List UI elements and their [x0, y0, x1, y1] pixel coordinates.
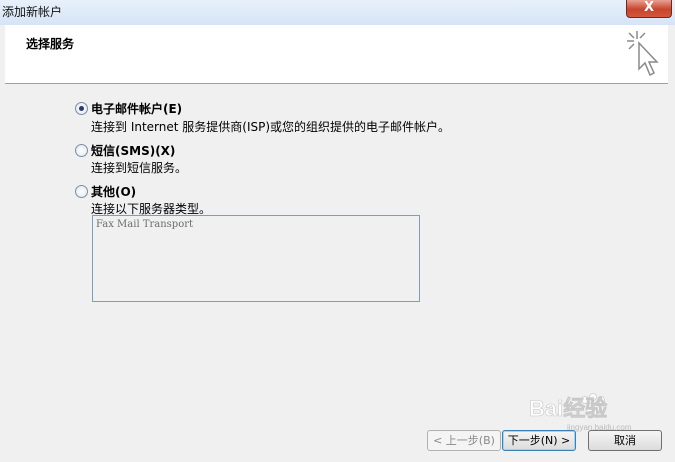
email-account-label[interactable]: 电子邮件帐户(E): [91, 100, 182, 117]
page-title: 选择服务: [26, 37, 75, 51]
sms-label[interactable]: 短信(SMS)(X): [91, 142, 175, 159]
wizard-footer: < 上一步(B) 下一步(N) > 取消: [5, 420, 668, 462]
back-button[interactable]: < 上一步(B): [427, 430, 501, 451]
list-item[interactable]: Fax Mail Transport: [96, 219, 193, 230]
cursor-sparkle-icon: [627, 31, 659, 77]
title-bar: 添加新帐户 X: [0, 0, 675, 25]
email-account-description: 连接到 Internet 服务提供商(ISP)或您的组织提供的电子邮件帐户。: [91, 120, 451, 134]
cancel-button[interactable]: 取消: [588, 430, 662, 451]
close-icon: X: [643, 0, 655, 15]
sms-radio[interactable]: [75, 144, 88, 157]
watermark-text: Bai经验: [529, 396, 607, 421]
sms-description: 连接到短信服务。: [91, 161, 188, 175]
other-label[interactable]: 其他(O): [91, 183, 136, 200]
wizard-content: 电子邮件帐户(E) 连接到 Internet 服务提供商(ISP)或您的组织提供…: [5, 84, 668, 420]
close-button[interactable]: X: [626, 0, 672, 18]
wizard-header: 选择服务: [5, 25, 668, 84]
server-type-listbox[interactable]: Fax Mail Transport: [92, 215, 420, 302]
window-title: 添加新帐户: [2, 5, 63, 19]
other-radio[interactable]: [75, 185, 88, 198]
email-account-radio[interactable]: [75, 102, 88, 115]
next-button[interactable]: 下一步(N) >: [502, 430, 576, 451]
